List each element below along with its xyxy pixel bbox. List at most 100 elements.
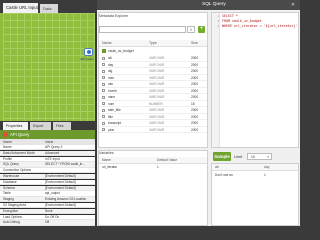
property-name: Schema bbox=[3, 185, 15, 190]
sql-editor[interactable] bbox=[211, 12, 299, 148]
results-columns: alt day bbox=[212, 164, 298, 171]
tab-files[interactable]: Files bbox=[53, 122, 71, 130]
property-name: Auto Debug bbox=[3, 220, 20, 225]
search-icon[interactable]: ⌕ bbox=[187, 26, 195, 33]
property-name: Name bbox=[3, 145, 12, 149]
tab-castle-url-input[interactable]: Castle URL Input bbox=[3, 3, 38, 13]
api-query-node[interactable] bbox=[84, 48, 93, 56]
property-value: Advanced bbox=[45, 150, 60, 155]
property-row[interactable]: Table api_output bbox=[0, 191, 95, 197]
property-row[interactable]: Connection Options bbox=[0, 168, 95, 174]
property-value: Off bbox=[45, 220, 50, 225]
property-name: Connection Options bbox=[3, 168, 31, 173]
property-value: API Query 2 bbox=[45, 145, 63, 149]
api-query-icon bbox=[3, 132, 8, 137]
property-name: Database bbox=[3, 179, 17, 184]
property-row[interactable]: Auto Debug Off bbox=[0, 220, 95, 226]
dialog-title: SQL Query bbox=[97, 0, 300, 10]
result-cell: Don't use an bbox=[215, 173, 233, 177]
field-checkbox[interactable] bbox=[102, 76, 105, 79]
property-value: [Environment Default] bbox=[45, 203, 76, 207]
sample-button[interactable]: Sample bbox=[213, 152, 231, 161]
property-row[interactable]: SQL Query SELECT * FROM vaulk_in... bbox=[0, 162, 95, 168]
table-name: vaulk_uv_budget bbox=[108, 49, 134, 53]
component-header: API Query bbox=[0, 130, 95, 139]
property-row[interactable]: Schema [Environment Default] bbox=[0, 185, 95, 191]
column-header-name: Name bbox=[102, 41, 112, 45]
field-checkbox[interactable] bbox=[102, 69, 105, 73]
property-row[interactable]: Staging Existing Amazon S3 Location bbox=[0, 197, 95, 203]
property-row[interactable]: Load Options Do Off On bbox=[0, 214, 95, 220]
results-row[interactable]: Don't use an 1 bbox=[212, 172, 298, 178]
field-checkbox[interactable] bbox=[102, 128, 105, 131]
property-value: api_output bbox=[45, 191, 60, 196]
property-row[interactable]: Name API Query 2 bbox=[0, 145, 95, 151]
property-value: [Environment Default] bbox=[45, 185, 76, 190]
field-checkbox[interactable] bbox=[102, 82, 105, 86]
chevron-down-icon: ▾ bbox=[267, 155, 269, 159]
property-name: Encryption bbox=[3, 208, 19, 213]
field-checkbox[interactable] bbox=[102, 115, 105, 118]
field-checkbox[interactable] bbox=[102, 95, 105, 99]
field-row[interactable]: year VARCHAR 2000 bbox=[99, 127, 207, 133]
property-row[interactable]: Encryption None bbox=[0, 208, 95, 214]
variables-title: Variables bbox=[99, 151, 114, 155]
property-value: [Environment Default] bbox=[45, 179, 76, 184]
tab-properties[interactable]: Properties bbox=[3, 122, 28, 130]
line-number: 3 bbox=[217, 24, 219, 28]
canvas-grid[interactable] bbox=[0, 13, 95, 123]
field-type: VARCHAR bbox=[149, 127, 165, 132]
field-size: 2000 bbox=[191, 127, 199, 132]
property-name: Warehouse bbox=[3, 174, 20, 178]
property-value: mTE Input bbox=[45, 156, 60, 161]
field-checkbox[interactable] bbox=[102, 89, 105, 92]
column-header-alt: alt bbox=[215, 165, 219, 169]
property-row[interactable]: Warehouse [Environment Default] bbox=[0, 174, 95, 180]
property-name: SQL Query bbox=[3, 162, 19, 167]
metadata-explorer-title: Metadata Explorer bbox=[99, 14, 129, 18]
field-name: year bbox=[108, 127, 115, 132]
api-query-icon bbox=[87, 50, 91, 54]
property-value: Do Off On bbox=[45, 214, 60, 219]
column-header-size: Size bbox=[191, 41, 198, 45]
component-name: API Query bbox=[10, 132, 30, 137]
metadata-columns: Name Type Size bbox=[99, 40, 207, 47]
property-name: Table bbox=[3, 191, 11, 196]
property-value: [Environment Default] bbox=[45, 174, 76, 178]
result-cell: 1 bbox=[264, 173, 266, 177]
variables-columns: Name Default Value bbox=[99, 157, 207, 164]
property-row[interactable]: S3 Staging Area [Environment Default] bbox=[0, 203, 95, 209]
column-header-default-value: Default Value bbox=[157, 158, 178, 162]
close-icon[interactable]: ✕ bbox=[290, 2, 296, 8]
field-checkbox[interactable] bbox=[102, 121, 105, 125]
column-header-day: day bbox=[264, 165, 270, 169]
property-row[interactable]: Database [Environment Default] bbox=[0, 179, 95, 185]
field-checkbox[interactable] bbox=[102, 63, 105, 66]
metadata-table-row[interactable]: vaulk_uv_budget bbox=[99, 48, 207, 54]
field-checkbox[interactable] bbox=[102, 108, 105, 112]
field-checkbox[interactable] bbox=[102, 102, 105, 105]
variable-name: url_iterator bbox=[102, 165, 118, 169]
variable-row[interactable]: url_iterator 1 bbox=[99, 164, 207, 170]
metadata-search-input[interactable] bbox=[99, 26, 186, 33]
variable-default-value: 1 bbox=[157, 165, 159, 169]
column-header-type: Type bbox=[149, 41, 157, 45]
sql-line[interactable]: WHERE url_iterator = '${url_iterator}' bbox=[222, 24, 298, 29]
property-value: None bbox=[45, 208, 53, 213]
property-name: Profile bbox=[3, 156, 13, 161]
add-icon[interactable]: + bbox=[198, 26, 205, 33]
tab-export[interactable]: Export bbox=[30, 122, 51, 130]
limit-select[interactable]: 10 ▾ bbox=[247, 153, 272, 160]
limit-label: Limit bbox=[234, 155, 243, 159]
property-row[interactable]: Basic/Advanced Mode Advanced bbox=[0, 150, 95, 156]
field-checkbox[interactable] bbox=[102, 56, 105, 60]
property-name: Load Options bbox=[3, 214, 22, 219]
property-name: Basic/Advanced Mode bbox=[3, 150, 35, 155]
limit-value: 10 bbox=[251, 155, 255, 159]
node-label: API Query bbox=[80, 57, 94, 61]
line-gutter bbox=[212, 13, 220, 147]
property-name: S3 Staging Area bbox=[3, 203, 27, 207]
tab-data[interactable]: Data bbox=[40, 4, 58, 13]
property-value: Existing Amazon S3 Location bbox=[45, 197, 87, 202]
property-row[interactable]: Profile mTE Input bbox=[0, 156, 95, 162]
